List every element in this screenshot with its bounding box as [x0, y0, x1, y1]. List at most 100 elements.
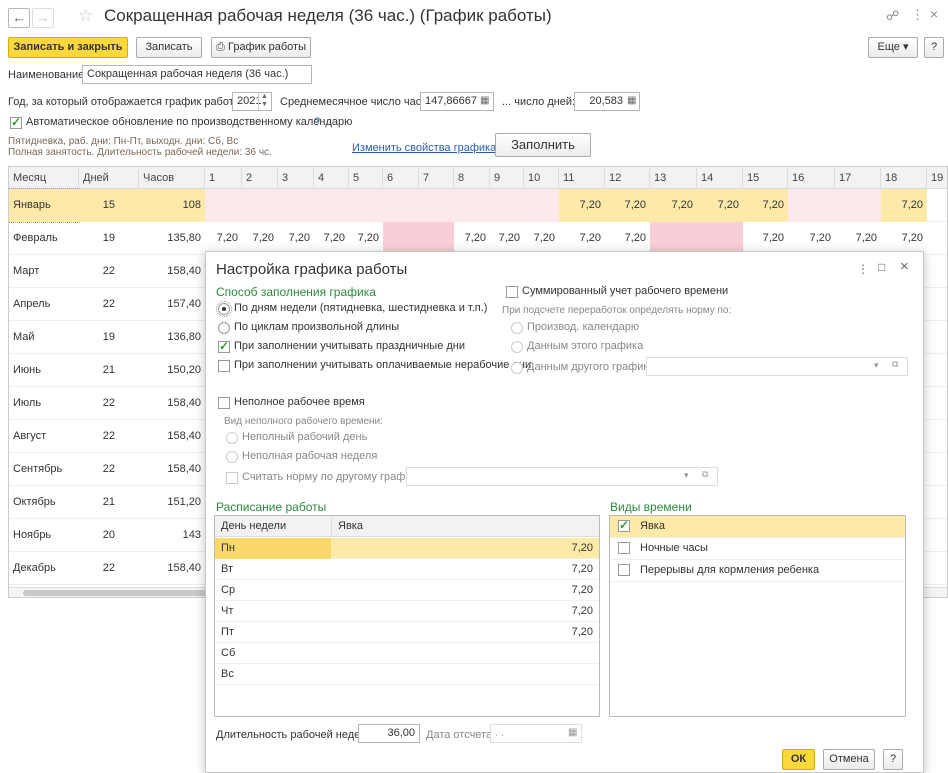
day-cell[interactable] — [835, 189, 881, 222]
schedule-row[interactable]: Вт 7,20 — [215, 559, 599, 580]
grid-col-header[interactable]: 12 — [605, 167, 650, 189]
auto-update-help-icon[interactable]: ? — [314, 116, 320, 128]
month-cell[interactable]: Декабрь — [9, 552, 79, 585]
hours-cell[interactable]: 158,40 — [139, 387, 205, 420]
grid-col-header[interactable]: 14 — [697, 167, 743, 189]
grid-col-header[interactable]: 1 — [205, 167, 242, 189]
dialog-help-button[interactable]: ? — [883, 749, 903, 770]
grid-col-header[interactable]: 11 — [559, 167, 605, 189]
hours-cell[interactable]: 108 — [139, 189, 205, 222]
count-norm-checkbox[interactable] — [226, 472, 238, 484]
schedule-row[interactable]: Пн 7,20 — [215, 538, 599, 559]
parttime-day-radio[interactable] — [226, 432, 238, 444]
schedule-row[interactable]: Пт 7,20 — [215, 622, 599, 643]
open-icon[interactable]: ⧉ — [892, 359, 898, 370]
schedule-row[interactable]: Сб — [215, 643, 599, 664]
month-cell[interactable]: Февраль — [9, 222, 79, 255]
grid-col-header[interactable]: Дней — [79, 167, 139, 189]
grid-row[interactable]: Январь 15 108 7,20 7,20 7,20 7,20 7,20 7,20 — [9, 188, 947, 223]
back-button[interactable]: ← — [8, 8, 30, 28]
more-menu-icon[interactable]: ⋮ — [911, 7, 924, 23]
norm-this-radio[interactable] — [511, 341, 523, 353]
hours-cell[interactable]: 157,40 — [139, 288, 205, 321]
day-cell[interactable]: 7,20 — [559, 189, 605, 222]
day-cell[interactable] — [314, 189, 349, 222]
other-schedule-input[interactable] — [646, 357, 908, 376]
month-cell[interactable]: Август — [9, 420, 79, 453]
hours-cell[interactable]: 158,40 — [139, 552, 205, 585]
grid-col-header[interactable]: Часов — [139, 167, 205, 189]
close-icon[interactable]: × — [930, 6, 938, 22]
grid-col-header[interactable]: 8 — [454, 167, 490, 189]
grid-col-header[interactable]: 9 — [490, 167, 524, 189]
count-norm-input[interactable] — [406, 467, 718, 486]
grid-col-header[interactable]: 5 — [349, 167, 383, 189]
day-cell[interactable] — [524, 189, 559, 222]
grid-col-header[interactable]: Месяц — [9, 167, 79, 189]
day-cell[interactable] — [454, 189, 490, 222]
days-cell[interactable]: 22 — [79, 453, 139, 486]
day-cell[interactable] — [349, 189, 383, 222]
hours-cell[interactable]: 158,40 — [139, 453, 205, 486]
month-cell[interactable]: Апрель — [9, 288, 79, 321]
days-cell[interactable]: 22 — [79, 288, 139, 321]
schedule-value[interactable]: 7,20 — [572, 580, 593, 601]
month-cell[interactable]: Июнь — [9, 354, 79, 387]
month-cell[interactable]: Июль — [9, 387, 79, 420]
days-cell[interactable]: 19 — [79, 321, 139, 354]
grid-col-header[interactable]: 6 — [383, 167, 419, 189]
day-cell[interactable] — [927, 189, 947, 222]
day-cell[interactable]: 7,20 — [697, 189, 743, 222]
auto-update-checkbox[interactable]: ✓ — [10, 116, 22, 129]
time-kind-checkbox[interactable] — [618, 542, 630, 554]
days-cell[interactable]: 21 — [79, 354, 139, 387]
calendar-icon[interactable]: ▦ — [568, 727, 577, 738]
grid-col-header[interactable]: 19 — [927, 167, 947, 189]
schedule-button[interactable]: ⎙ График работы — [211, 37, 311, 58]
schedule-value[interactable]: 7,20 — [572, 559, 593, 580]
save-button[interactable]: Записать — [136, 37, 202, 58]
days-cell[interactable]: 22 — [79, 552, 139, 585]
days-cell[interactable]: 19 — [79, 222, 139, 255]
dropdown-icon[interactable]: ▾ — [874, 360, 879, 371]
time-kind-checkbox[interactable]: ✓ — [618, 519, 630, 532]
grid-col-header[interactable]: 17 — [835, 167, 881, 189]
grid-col-header[interactable]: 2 — [242, 167, 278, 189]
month-cell[interactable]: Март — [9, 255, 79, 288]
grid-col-header[interactable]: 16 — [788, 167, 835, 189]
summarized-checkbox[interactable] — [506, 286, 518, 298]
day-cell[interactable]: 7,20 — [743, 189, 788, 222]
grid-col-header[interactable]: 18 — [881, 167, 927, 189]
help-button[interactable]: ? — [924, 37, 944, 58]
schedule-row[interactable]: Ср 7,20 — [215, 580, 599, 601]
norm-other-radio[interactable] — [511, 362, 523, 374]
grid-col-header[interactable]: 4 — [314, 167, 349, 189]
name-input[interactable]: Сокращенная рабочая неделя (36 час.) — [82, 65, 312, 84]
month-cell[interactable]: Сентябрь — [9, 453, 79, 486]
day-cell[interactable] — [278, 189, 314, 222]
hours-cell[interactable]: 143 — [139, 519, 205, 552]
schedule-value[interactable]: 7,20 — [572, 601, 593, 622]
month-cell[interactable]: Май — [9, 321, 79, 354]
calculator-icon[interactable]: ▦ — [480, 95, 489, 106]
day-cell[interactable] — [205, 189, 242, 222]
parttime-checkbox[interactable] — [218, 397, 230, 409]
hours-cell[interactable]: 158,40 — [139, 255, 205, 288]
days-cell[interactable]: 22 — [79, 387, 139, 420]
days-cell[interactable]: 22 — [79, 255, 139, 288]
schedule-row[interactable]: Вс — [215, 664, 599, 685]
month-cell[interactable]: Ноябрь — [9, 519, 79, 552]
month-cell[interactable]: Январь — [9, 188, 80, 223]
schedule-value[interactable]: 7,20 — [572, 538, 593, 559]
grid-col-header[interactable]: 7 — [419, 167, 454, 189]
day-cell[interactable]: 7,20 — [650, 189, 697, 222]
save-close-button[interactable]: Записать и закрыть — [8, 37, 128, 58]
hours-cell[interactable]: 158,40 — [139, 420, 205, 453]
open-icon-2[interactable]: ⧉ — [702, 469, 708, 480]
day-cell[interactable] — [927, 222, 947, 255]
hours-cell[interactable]: 135,80 — [139, 222, 205, 255]
days-cell[interactable]: 22 — [79, 420, 139, 453]
holidays-checkbox[interactable]: ✓ — [218, 340, 230, 353]
grid-col-header[interactable]: 10 — [524, 167, 559, 189]
day-cell[interactable] — [242, 189, 278, 222]
